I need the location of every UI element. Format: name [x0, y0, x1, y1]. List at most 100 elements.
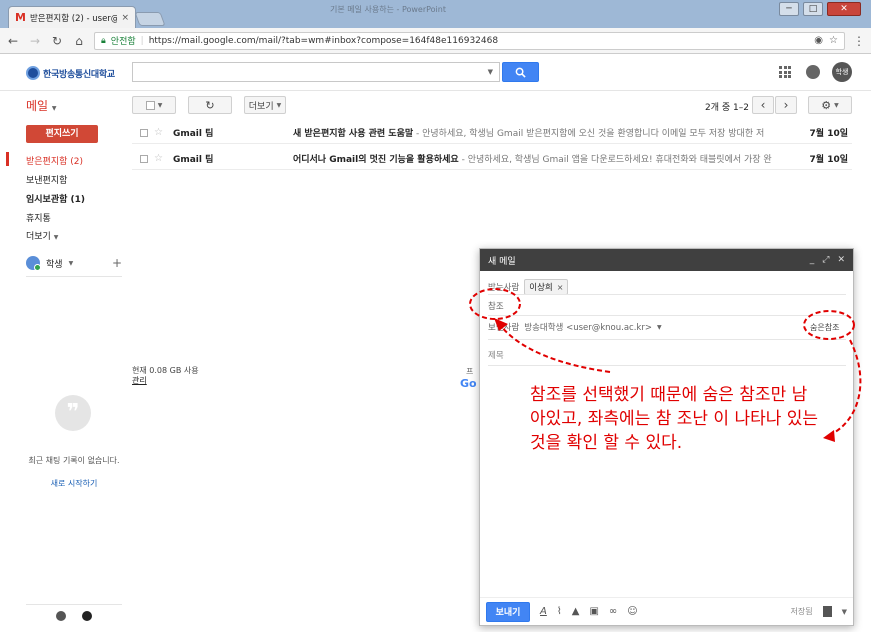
- window-close-button[interactable]: ✕: [827, 2, 861, 16]
- select-all-button[interactable]: ▼: [132, 96, 176, 114]
- tab-close-icon[interactable]: ×: [121, 13, 129, 23]
- star-icon[interactable]: ☆: [154, 127, 163, 138]
- home-icon[interactable]: ⌂: [72, 34, 86, 48]
- to-field[interactable]: 받는사람 이상희 ×: [488, 279, 569, 295]
- secure-label: 안전함: [110, 37, 136, 47]
- sidebar-divider: [26, 276, 122, 277]
- window-title: 기본 메일 사용하는 - PowerPoint: [330, 5, 446, 14]
- logo-emblem-icon: [26, 66, 40, 80]
- notifications-icon[interactable]: [806, 65, 820, 79]
- compose-title: 새 메일: [488, 256, 516, 267]
- mail-dropdown[interactable]: 메일 ▼: [26, 97, 57, 114]
- address-bar[interactable]: 🔒︎ 안전함 | https://mail.google.com/mail/?t…: [94, 31, 845, 50]
- compose-footer: 보내기 A ⌇ ▲ ▣ ∞ ☺ 저장됨 ▼: [480, 597, 853, 625]
- cc-field[interactable]: 참조: [488, 300, 504, 312]
- new-tab-button[interactable]: [134, 12, 166, 26]
- row-checkbox[interactable]: [140, 128, 148, 137]
- field-divider: [488, 294, 846, 295]
- settings-button[interactable]: ⚙ ▼: [808, 96, 852, 114]
- drive-icon[interactable]: ▲: [572, 606, 580, 617]
- field-divider: [488, 339, 846, 340]
- select-checkbox-icon: [145, 100, 155, 110]
- bcc-link[interactable]: 숨은참조: [810, 322, 839, 333]
- add-chat-icon[interactable]: +: [112, 256, 122, 270]
- table-row[interactable]: ☆ Gmail 팀 새 받은편지함 사용 관련 도움말 - 안녕하세요, 학생님…: [132, 122, 852, 144]
- sidebar-item-more[interactable]: 더보기 ▼: [26, 229, 58, 242]
- field-divider: [488, 315, 846, 316]
- reload-icon[interactable]: ↻: [50, 34, 64, 48]
- chevron-down-icon: ▼: [834, 101, 839, 109]
- remove-recipient-icon[interactable]: ×: [557, 283, 564, 292]
- sidebar-item-sent[interactable]: 보낸편지함: [26, 173, 67, 186]
- expand-icon[interactable]: ⤢: [822, 255, 829, 265]
- maximize-button[interactable]: □: [803, 2, 823, 16]
- chat-user-row[interactable]: 학생 ▼ +: [26, 256, 122, 271]
- next-page-button[interactable]: ›: [775, 96, 797, 114]
- row-checkbox[interactable]: [140, 154, 148, 163]
- mail-snippet: - 안녕하세요, 학생님 Gmail 받은편지함에 오신 것을 환영합니다 이메…: [413, 129, 765, 139]
- search-icon: [515, 67, 526, 78]
- image-icon[interactable]: ▣: [589, 606, 598, 617]
- chevron-down-icon: ▼: [157, 101, 163, 109]
- to-label: 받는사람: [488, 283, 520, 293]
- subject-input[interactable]: 제목: [488, 349, 504, 361]
- url-separator: |: [140, 35, 144, 46]
- mail-subject: 새 받은편지함 사용 관련 도움말: [292, 129, 414, 139]
- mail-sender: Gmail 팀: [172, 129, 214, 139]
- trash-icon[interactable]: [822, 606, 832, 617]
- sidebar-item-drafts[interactable]: 임시보관함 (1): [26, 192, 85, 205]
- prev-page-button[interactable]: ‹: [752, 96, 774, 114]
- close-icon[interactable]: ✕: [837, 255, 845, 265]
- more-actions-label: 더보기: [248, 101, 274, 112]
- lock-icon: 🔒︎: [101, 35, 106, 46]
- manage-storage-link[interactable]: 관리: [132, 376, 199, 386]
- user-avatar-icon: [26, 256, 41, 271]
- minimize-button[interactable]: ─: [779, 2, 799, 16]
- chevron-down-icon: ▼: [68, 259, 74, 267]
- from-value: 방송대학생 <user@knou.ac.kr>: [524, 323, 652, 333]
- compose-header[interactable]: 새 메일 _ ⤢ ✕: [480, 249, 853, 271]
- contacts-person-icon[interactable]: [56, 610, 66, 621]
- search-options-caret-icon[interactable]: ▼: [488, 68, 493, 76]
- active-folder-indicator: [6, 152, 9, 166]
- recipient-chip[interactable]: 이상희 ×: [524, 279, 569, 295]
- mail-sender: Gmail 팀: [172, 155, 214, 165]
- search-input[interactable]: ▼: [132, 62, 500, 82]
- emoji-icon[interactable]: ☺: [627, 606, 637, 617]
- browser-tab-inbox[interactable]: M 받은편지함 (2) - user@k ×: [8, 6, 136, 28]
- back-arrow-icon[interactable]: ←: [6, 34, 20, 48]
- formatting-icon[interactable]: A: [540, 606, 547, 617]
- from-field[interactable]: 보낸사람 방송대학생 <user@knou.ac.kr> ▼: [488, 321, 662, 333]
- eye-icon[interactable]: ◉: [814, 35, 823, 46]
- chat-start-link[interactable]: 새로 시작하기: [26, 478, 122, 489]
- apps-grid-icon[interactable]: [779, 66, 791, 78]
- omnibox-actions: ◉ ☆: [814, 35, 838, 46]
- forward-arrow-icon[interactable]: →: [28, 34, 42, 48]
- link-icon[interactable]: ∞: [609, 606, 617, 617]
- chevron-down-icon: ▼: [656, 323, 662, 331]
- more-actions-button[interactable]: 더보기 ▼: [244, 96, 286, 114]
- gmail-header: 한국방송통신대학교 ▼ 학생: [0, 55, 871, 91]
- compose-button[interactable]: 편지쓰기: [26, 125, 98, 143]
- page-count: 2개 중 1–2: [705, 103, 749, 113]
- mail-subject-line: 새 받은편지함 사용 관련 도움말 - 안녕하세요, 학생님 Gmail 받은편…: [293, 126, 804, 139]
- table-row[interactable]: ☆ Gmail 팀 어디서나 Gmail의 멋진 기능을 활용하세요 - 안녕하…: [132, 148, 852, 170]
- refresh-button[interactable]: ↻: [188, 96, 232, 114]
- sidebar-item-trash[interactable]: 휴지통: [26, 211, 51, 224]
- policy-link-fragment[interactable]: 프: [466, 366, 473, 377]
- mail-subject: 어디서나 Gmail의 멋진 기능을 활용하세요: [292, 155, 459, 165]
- hangouts-icon[interactable]: [82, 610, 92, 621]
- browser-menu-icon[interactable]: ⋮: [853, 34, 865, 48]
- search-button[interactable]: [502, 62, 539, 82]
- chevron-down-icon: ▼: [51, 105, 57, 112]
- avatar[interactable]: 학생: [832, 62, 852, 82]
- sidebar-item-inbox[interactable]: 받은편지함 (2): [26, 154, 83, 167]
- university-logo[interactable]: 한국방송통신대학교: [26, 66, 115, 80]
- star-icon[interactable]: ☆: [154, 153, 163, 164]
- minimize-icon[interactable]: _: [810, 255, 815, 265]
- send-button[interactable]: 보내기: [486, 601, 530, 622]
- field-divider: [488, 365, 846, 366]
- more-options-icon[interactable]: ▼: [842, 608, 847, 616]
- attach-icon[interactable]: ⌇: [557, 606, 562, 617]
- bookmark-star-icon[interactable]: ☆: [829, 35, 838, 46]
